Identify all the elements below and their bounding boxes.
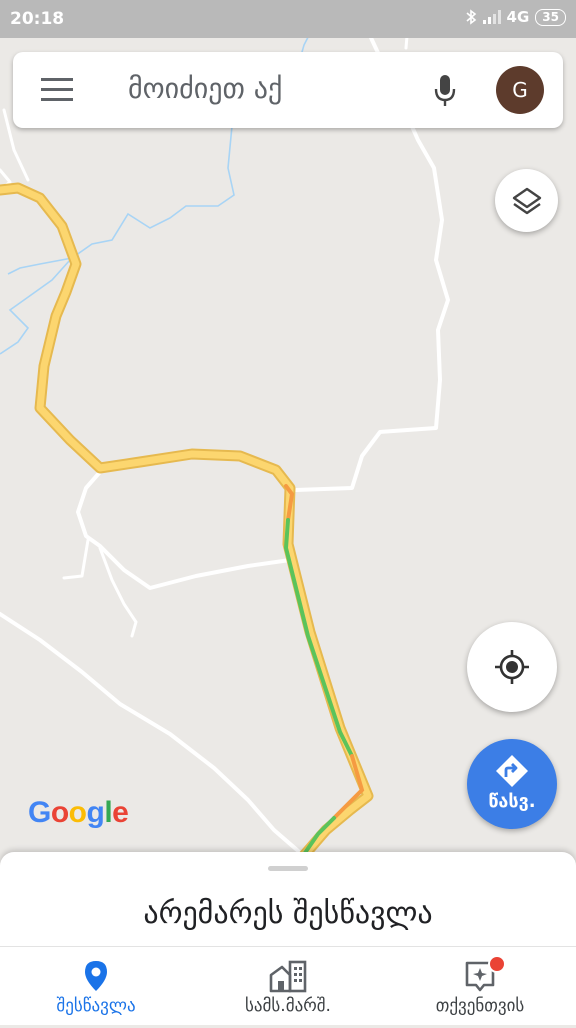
menu-icon[interactable] [41,78,73,102]
my-location-button[interactable] [467,622,557,712]
explore-sheet[interactable]: არემარეს შესწავლა [0,852,576,946]
directions-icon [496,755,528,787]
tab-commute[interactable]: სამს.მარშ. [192,947,384,1025]
directions-button[interactable]: წასვ. [467,739,557,829]
google-logo-letter: g [86,796,105,829]
search-input[interactable]: მოიძიეთ აქ [128,72,282,105]
tab-for-you[interactable]: თქვენთვის [384,947,576,1025]
tab-commute-label: სამს.მარშ. [245,996,331,1016]
network-type: 4G [506,8,530,26]
microphone-icon[interactable] [433,74,457,108]
bottom-nav: შესწავლა სამს.მარშ. თქვენთვის [0,946,576,1025]
google-logo: Google [28,796,129,830]
layers-icon [512,187,541,214]
google-logo-letter: o [50,796,69,829]
status-icons: 4G 35 [465,8,566,26]
sheet-drag-handle[interactable] [268,866,308,871]
status-time: 20:18 [10,9,65,29]
google-logo-letter: e [112,796,129,829]
google-logo-letter: G [28,796,51,829]
commute-icon [269,960,307,993]
sheet-title: არემარეს შესწავლა [143,896,433,931]
battery-level: 35 [535,8,566,26]
google-logo-letter: l [104,796,113,829]
layers-button[interactable] [495,169,558,232]
tab-explore[interactable]: შესწავლა [0,947,192,1025]
notification-dot [488,955,506,973]
google-logo-letter: o [68,796,87,829]
signal-icon [482,10,501,24]
explore-pin-icon [85,961,107,991]
avatar[interactable]: G [496,66,544,114]
directions-label: წასვ. [488,791,536,812]
tab-explore-label: შესწავლა [56,996,136,1016]
my-location-icon [495,650,529,684]
tab-for-you-label: თქვენთვის [435,996,525,1016]
status-bar: 20:18 4G 35 [0,0,576,38]
search-bar[interactable]: მოიძიეთ აქ G [13,52,563,128]
bluetooth-icon [466,9,476,25]
